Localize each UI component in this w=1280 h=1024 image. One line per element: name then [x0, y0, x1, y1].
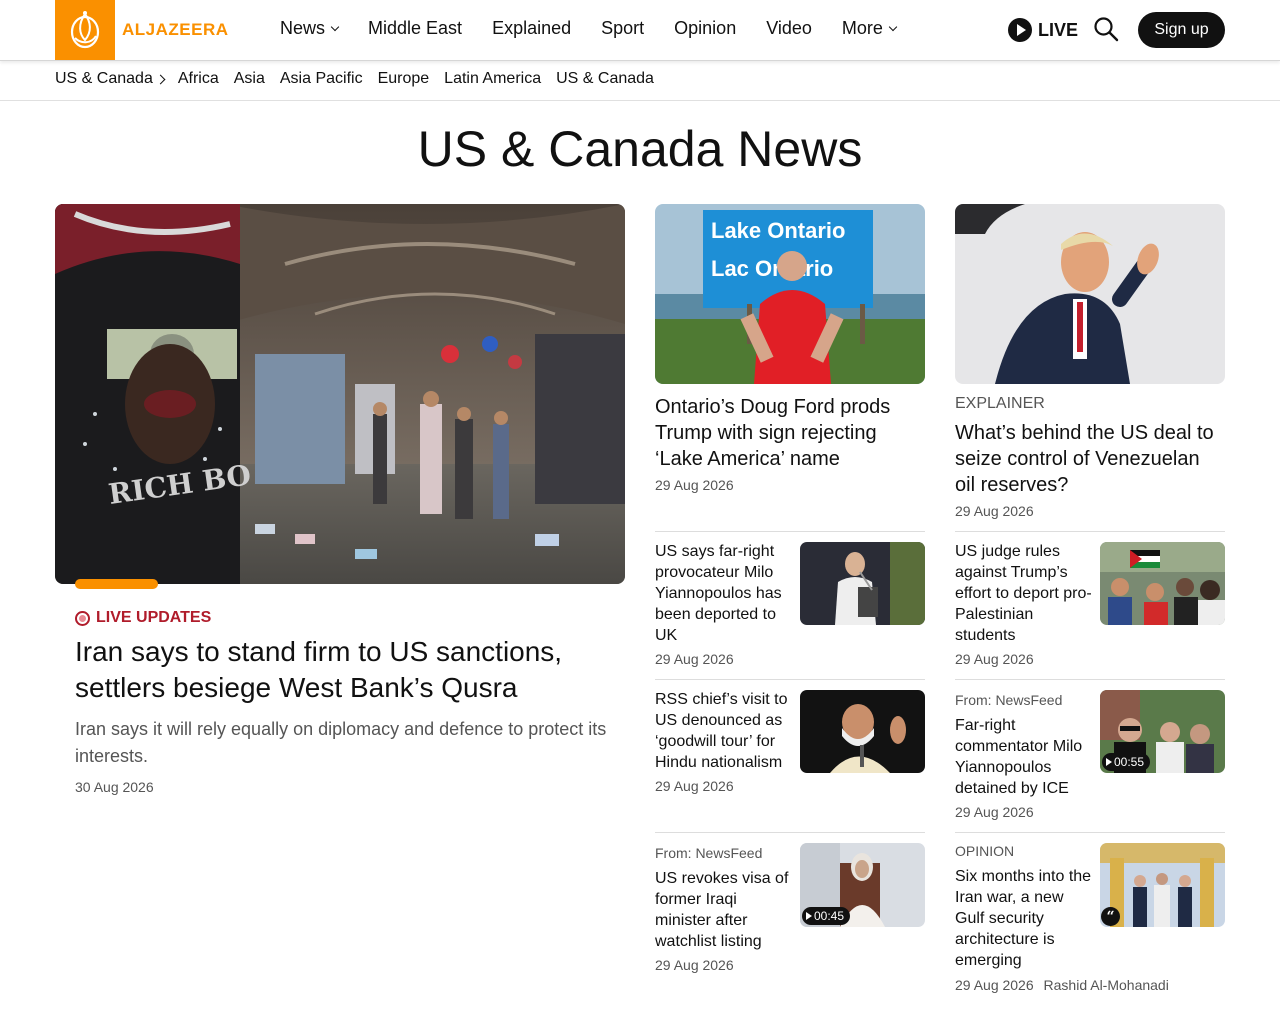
list-item-thumbnail[interactable]: 00:55	[1100, 690, 1225, 773]
lake-ontario-photo: Lake Ontario Lac Ontario	[655, 204, 925, 384]
nav-item-opinion[interactable]: Opinion	[674, 18, 736, 39]
list-item-thumbnail[interactable]	[800, 690, 925, 773]
milo-speech-photo	[800, 542, 925, 625]
aljazeera-logo-icon	[70, 11, 100, 49]
feature-date: 30 Aug 2026	[75, 779, 154, 795]
list-item-date: 29 Aug 2026	[655, 778, 734, 794]
divider	[955, 832, 1225, 833]
list-item-headline[interactable]: US revokes visa of former Iraqi minister…	[655, 868, 790, 952]
list-item-headline[interactable]: RSS chief’s visit to US denounced as ‘go…	[655, 689, 790, 773]
nav-item-middle-east[interactable]: Middle East	[368, 18, 462, 39]
list-item-date: 29 Aug 2026 Rashid Al-Mohanadi	[955, 977, 1169, 993]
nav-item-video[interactable]: Video	[766, 18, 812, 39]
card-date: 29 Aug 2026	[655, 477, 734, 493]
list-item-headline[interactable]: Six months into the Iran war, a new Gulf…	[955, 866, 1093, 971]
video-duration-badge: 00:55	[1102, 753, 1151, 771]
nav-item-more[interactable]: More	[842, 18, 898, 39]
card-image-lake-ontario[interactable]: Lake Ontario Lac Ontario	[655, 204, 925, 384]
logo-wordmark[interactable]: ALJAZEERA	[122, 20, 229, 40]
subnav-item-africa[interactable]: Africa	[178, 70, 219, 88]
opinion-quote-icon: “	[1101, 907, 1120, 926]
list-item-thumbnail[interactable]: 00:45	[800, 843, 925, 927]
play-icon	[1106, 758, 1112, 766]
chevron-down-icon	[888, 22, 898, 31]
list-item-headline[interactable]: US judge rules against Trump’s effort to…	[955, 541, 1093, 646]
card-kicker-explainer: EXPLAINER	[955, 395, 1045, 412]
live-updates-badge: LIVE UPDATES	[75, 609, 211, 627]
subnav-item-us-canada[interactable]: US & Canada	[556, 70, 654, 88]
list-item-date: 29 Aug 2026	[655, 957, 734, 973]
list-item-source: From: NewsFeed	[955, 692, 1063, 708]
card-headline[interactable]: What’s behind the US deal to seize contr…	[955, 420, 1220, 498]
svg-text:Lac Ontario: Lac Ontario	[711, 256, 833, 281]
video-duration-badge: 00:45	[802, 907, 851, 925]
chevron-down-icon	[330, 22, 340, 31]
chevron-right-icon	[155, 74, 166, 84]
svg-text:Lake Ontario: Lake Ontario	[711, 218, 845, 243]
list-item-date: 29 Aug 2026	[955, 804, 1034, 820]
nav-item-sport[interactable]: Sport	[601, 18, 644, 39]
aljazeera-logo[interactable]	[55, 0, 115, 60]
list-item-headline[interactable]: US says far-right provocateur Milo Yiann…	[655, 541, 790, 646]
page-title: US & Canada News	[417, 121, 863, 177]
nav-item-news[interactable]: News	[280, 18, 340, 39]
list-item-date: 29 Aug 2026	[955, 651, 1034, 667]
list-item-author[interactable]: Rashid Al-Mohanadi	[1044, 977, 1169, 993]
subnav-item-latin-america[interactable]: Latin America	[444, 70, 541, 88]
sign-up-button[interactable]: Sign up	[1138, 12, 1225, 48]
list-item-headline[interactable]: Far-right commentator Milo Yiannopoulos …	[955, 715, 1093, 799]
list-item-thumbnail[interactable]	[1100, 542, 1225, 625]
subnav-item-asia-pacific[interactable]: Asia Pacific	[280, 70, 363, 88]
play-icon	[806, 912, 812, 920]
list-item-thumbnail[interactable]: “	[1100, 843, 1225, 927]
divider	[955, 531, 1225, 532]
protest-photo	[1100, 542, 1225, 625]
feature-headline[interactable]: Iran says to stand firm to US sanctions,…	[75, 634, 615, 706]
section-subnav: US & Canada Africa Asia Asia Pacific Eur…	[0, 61, 1280, 101]
list-item-source: From: NewsFeed	[655, 845, 763, 861]
feature-accent-bar	[75, 579, 158, 589]
top-navbar: ALJAZEERA News Middle East Explained Spo…	[0, 0, 1280, 61]
market-photo: RICH BO	[55, 204, 625, 584]
list-item-thumbnail[interactable]	[800, 542, 925, 625]
card-headline[interactable]: Ontario’s Doug Ford prods Trump with sig…	[655, 394, 920, 472]
search-button[interactable]	[1093, 16, 1119, 42]
feature-image[interactable]: RICH BO	[55, 204, 625, 584]
subnav-item-asia[interactable]: Asia	[234, 70, 265, 88]
search-icon	[1094, 17, 1119, 42]
divider	[655, 531, 925, 532]
feature-summary: Iran says it will rely equally on diplom…	[75, 719, 607, 766]
live-dot-icon	[75, 610, 90, 626]
divider	[955, 679, 1225, 680]
nav-item-explained[interactable]: Explained	[492, 18, 571, 39]
list-item-date: 29 Aug 2026	[655, 651, 734, 667]
divider	[655, 832, 925, 833]
subnav-current-section[interactable]: US & Canada	[55, 70, 170, 88]
play-icon	[1008, 18, 1032, 42]
subnav-item-europe[interactable]: Europe	[378, 70, 430, 88]
live-button[interactable]: LIVE	[1008, 18, 1078, 42]
card-image-trump-wave[interactable]	[955, 204, 1225, 384]
list-item-kicker-opinion: OPINION	[955, 843, 1015, 859]
card-date: 29 Aug 2026	[955, 503, 1034, 519]
trump-wave-photo	[955, 204, 1225, 384]
rss-chief-photo	[800, 690, 925, 773]
divider	[655, 679, 925, 680]
main-nav: News Middle East Explained Sport Opinion…	[280, 18, 926, 39]
